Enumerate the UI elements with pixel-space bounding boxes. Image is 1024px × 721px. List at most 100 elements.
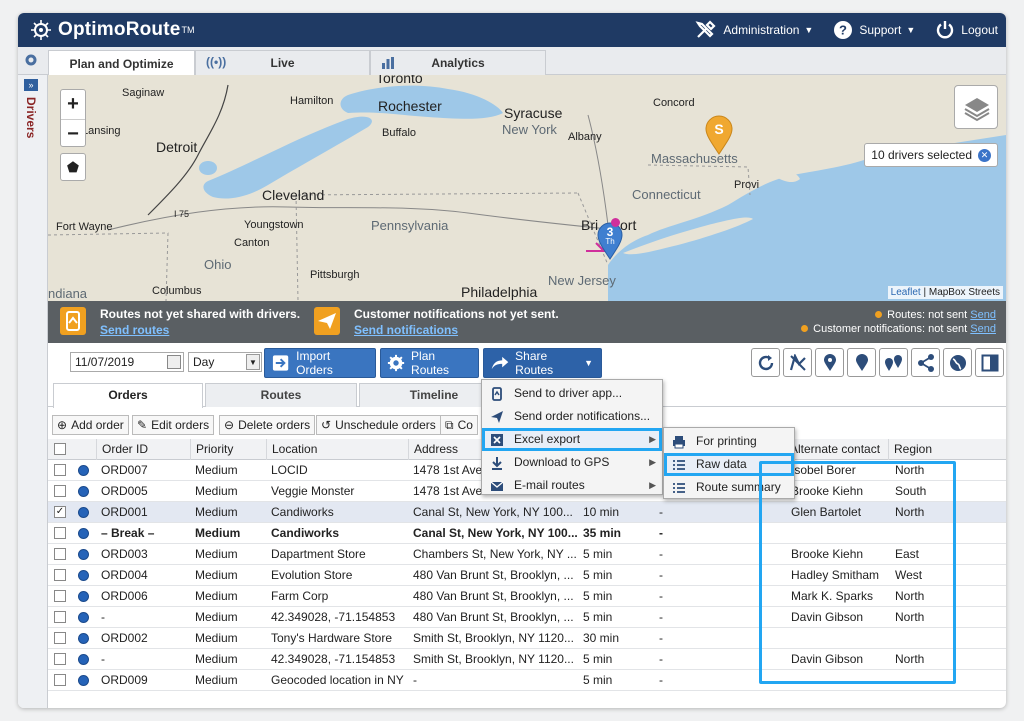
row-checkbox[interactable]: ✓ bbox=[54, 506, 66, 518]
multi-pin-button[interactable] bbox=[879, 348, 908, 377]
logo[interactable]: OptimoRoute TM bbox=[30, 19, 195, 41]
row-checkbox[interactable] bbox=[54, 485, 66, 497]
column-header-region[interactable]: Region bbox=[888, 439, 1006, 460]
map-label-canton: Canton bbox=[234, 237, 270, 249]
row-checkbox[interactable] bbox=[54, 464, 66, 476]
tab-plan-and-optimize[interactable]: Plan and Optimize bbox=[48, 50, 195, 76]
date-field[interactable]: 11/07/2019 bbox=[70, 352, 184, 372]
expand-icon[interactable]: » bbox=[24, 79, 38, 91]
start-marker[interactable]: S bbox=[705, 115, 733, 155]
drivers-label: Drivers bbox=[24, 97, 38, 139]
tab-analytics[interactable]: Analytics bbox=[370, 50, 546, 75]
zoom-in-button[interactable]: + bbox=[61, 90, 85, 119]
layers-button[interactable] bbox=[954, 85, 998, 129]
notification-bar: Routes not yet shared with drivers. Send… bbox=[48, 301, 1006, 343]
address-cell: Canal St, New York, NY 100... bbox=[413, 505, 573, 519]
period-select[interactable]: Day ▼ bbox=[188, 352, 262, 372]
drivers-panel-handle[interactable]: » Drivers bbox=[18, 75, 48, 708]
share-button[interactable] bbox=[911, 348, 940, 377]
leaflet-link[interactable]: Leaflet bbox=[891, 287, 921, 298]
tab-live[interactable]: ((•)) Live bbox=[195, 50, 370, 75]
row-checkbox[interactable] bbox=[54, 674, 66, 686]
add-order-button[interactable]: ⊕ Add order bbox=[52, 415, 129, 435]
row-checkbox[interactable] bbox=[54, 548, 66, 560]
menu-item-send-to-driver-app[interactable]: Send to driver app... bbox=[482, 382, 662, 405]
administration-menu[interactable]: Administration ▼ bbox=[695, 20, 813, 40]
map-label-indiana: ndiana bbox=[48, 286, 88, 301]
close-icon[interactable]: ✕ bbox=[978, 148, 991, 162]
calendar-icon[interactable] bbox=[167, 355, 181, 369]
tab-orders[interactable]: Orders bbox=[53, 383, 203, 408]
routes-status-text: Routes: not sent bbox=[887, 309, 968, 321]
delete-orders-button[interactable]: ⊖ Delete orders bbox=[219, 415, 316, 435]
route-marker[interactable]: 3 Th bbox=[597, 222, 623, 260]
duration-cell: 5 min bbox=[583, 547, 613, 561]
location-button[interactable] bbox=[847, 348, 876, 377]
address-cell: 480 Van Brunt St, Brooklyn, ... bbox=[413, 568, 574, 582]
unschedule-orders-button[interactable]: ↺ Unschedule orders bbox=[316, 415, 441, 435]
map[interactable]: Saginaw Hamilton Toronto Rochester Syrac… bbox=[48, 75, 1006, 301]
row-checkbox[interactable] bbox=[54, 653, 66, 665]
location-cell: Candiworks bbox=[271, 505, 334, 519]
share-arrow-icon bbox=[491, 356, 509, 370]
duration-cell: 5 min bbox=[583, 673, 613, 687]
support-menu[interactable]: ? Support ▼ bbox=[833, 20, 915, 40]
polygon-draw-button[interactable]: ⬟ bbox=[60, 153, 86, 181]
copy-icon: ⧉ bbox=[445, 417, 454, 432]
map-label-new-york: New York bbox=[502, 122, 557, 137]
plan-routes-button[interactable]: Plan Routes bbox=[380, 348, 479, 378]
column-header-priority[interactable]: Priority bbox=[190, 439, 266, 460]
map-label-connecticut: Connecticut bbox=[632, 187, 701, 202]
column-header-alternate-contact[interactable]: Alternate contact bbox=[784, 439, 888, 460]
send-routes-status-link[interactable]: Send bbox=[970, 309, 996, 321]
map-label-fort-wayne: Fort Wayne bbox=[56, 221, 113, 233]
share-routes-label: Share Routes bbox=[515, 349, 554, 377]
column-header-location[interactable]: Location bbox=[266, 439, 408, 460]
chevron-right-icon: ▶ bbox=[649, 434, 656, 444]
drivers-selected-badge[interactable]: 10 drivers selected ✕ bbox=[864, 143, 998, 167]
address-cell: 480 Van Brunt St, Brooklyn, ... bbox=[413, 610, 574, 624]
menu-item-email-routes[interactable]: E-mail routes ▶ bbox=[482, 474, 662, 497]
map-label-ohio: Ohio bbox=[204, 257, 232, 272]
route-off-icon bbox=[789, 353, 806, 371]
email-icon bbox=[490, 481, 504, 491]
panel-toggle-button[interactable] bbox=[975, 348, 1004, 377]
refresh-button[interactable] bbox=[751, 348, 780, 377]
logout-button[interactable]: Logout bbox=[935, 20, 998, 40]
select-all-checkbox[interactable] bbox=[54, 443, 66, 455]
chevron-down-icon: ▼ bbox=[584, 358, 593, 368]
chevron-down-icon: ▼ bbox=[246, 354, 260, 370]
globe-button[interactable] bbox=[943, 348, 972, 377]
row-checkbox[interactable] bbox=[54, 632, 66, 644]
location-cell: Veggie Monster bbox=[271, 484, 355, 498]
copy-orders-button[interactable]: ⧉ Co bbox=[440, 415, 478, 435]
hide-routes-button[interactable] bbox=[783, 348, 812, 377]
pentagon-icon: ⬟ bbox=[66, 159, 80, 175]
edit-orders-button[interactable]: ✎ Edit orders bbox=[132, 415, 215, 435]
row-checkbox[interactable] bbox=[54, 569, 66, 581]
send-routes-link[interactable]: Send routes bbox=[100, 323, 300, 337]
pin-button[interactable] bbox=[815, 348, 844, 377]
tab-routes[interactable]: Routes bbox=[205, 383, 357, 407]
status-dot-icon bbox=[78, 591, 89, 602]
status-dot-icon bbox=[78, 528, 89, 539]
menu-item-for-printing[interactable]: For printing bbox=[664, 430, 794, 453]
menu-item-download-to-gps[interactable]: Download to GPS ▶ bbox=[482, 451, 662, 474]
map-label-syracuse: Syracuse bbox=[504, 105, 563, 121]
zoom-out-button[interactable]: − bbox=[61, 119, 85, 148]
address-cell: - bbox=[413, 673, 417, 687]
column-header-order-id[interactable]: Order ID bbox=[96, 439, 190, 460]
row-checkbox[interactable] bbox=[54, 611, 66, 623]
row-checkbox[interactable] bbox=[54, 590, 66, 602]
location-cell: 42.349028, -71.154853 bbox=[271, 652, 396, 666]
customer-notifications-notice: Customer notifications not yet sent. Sen… bbox=[354, 307, 559, 337]
gear-icon[interactable] bbox=[24, 53, 38, 67]
send-notifications-link[interactable]: Send notifications bbox=[354, 323, 559, 337]
menu-item-excel-export[interactable]: Excel export ▶ bbox=[482, 428, 662, 451]
send-customer-status-link[interactable]: Send bbox=[970, 323, 996, 335]
import-orders-button[interactable]: Import Orders bbox=[264, 348, 376, 378]
menu-item-send-order-notifications[interactable]: Send order notifications... bbox=[482, 405, 662, 428]
map-label-toronto: Toronto bbox=[376, 75, 423, 86]
row-checkbox[interactable] bbox=[54, 527, 66, 539]
share-routes-button[interactable]: Share Routes ▼ bbox=[483, 348, 602, 378]
